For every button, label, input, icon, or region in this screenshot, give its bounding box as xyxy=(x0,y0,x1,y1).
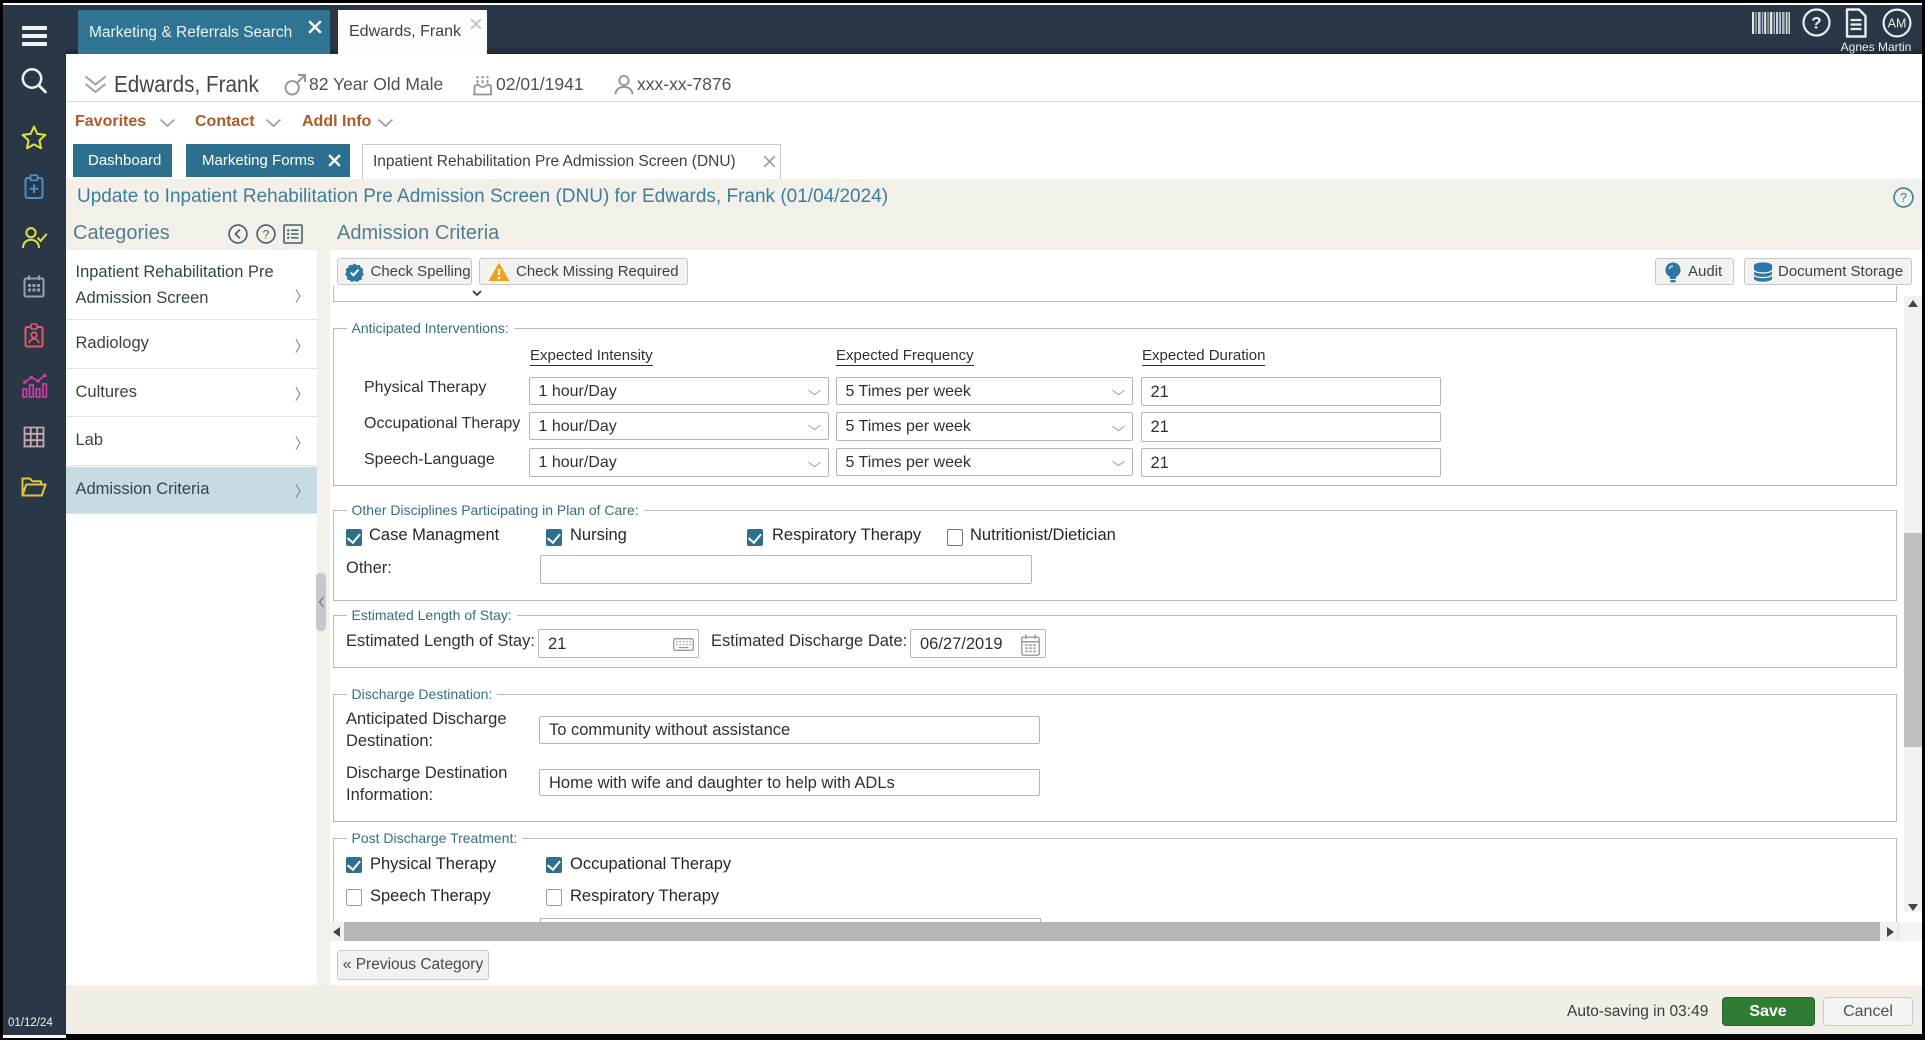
svg-text:?: ? xyxy=(262,227,269,241)
svg-text:?: ? xyxy=(1900,190,1907,205)
svg-text:?: ? xyxy=(1811,14,1821,33)
svg-text:AM: AM xyxy=(1888,17,1907,31)
